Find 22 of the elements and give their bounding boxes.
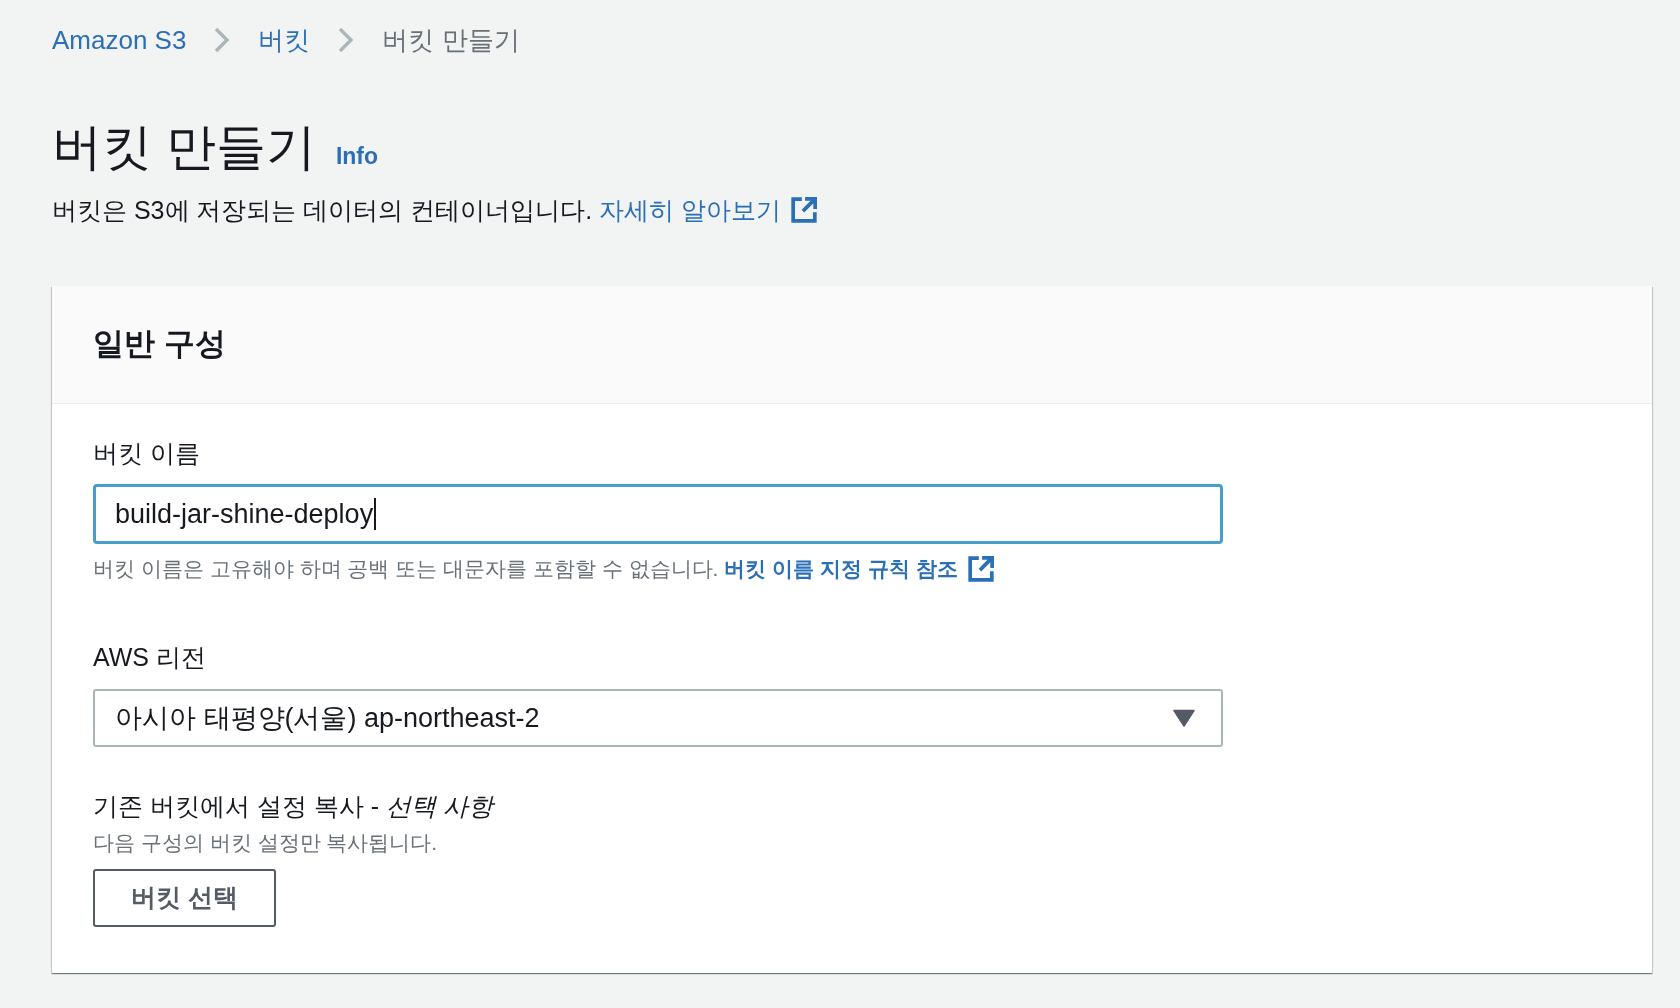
field-hint: 버킷 이름은 고유해야 하며 공백 또는 대문자를 포함할 수 없습니다. 버킷 이름 지정 규칙 참조	[93, 554, 1611, 584]
region-dropdown[interactable]: 아시아 태평양(서울) ap-northeast-2	[93, 689, 1223, 747]
field-label: 버킷 이름	[93, 438, 201, 469]
external-link-icon	[791, 197, 818, 223]
naming-rules-link[interactable]: 버킷 이름 지정 규칙 참조	[724, 554, 994, 584]
page-title: 버킷 만들기	[52, 118, 316, 177]
text-input-field[interactable]: build-jar-shine-deploy	[93, 484, 1223, 544]
breadcrumb-link[interactable]: 버킷	[258, 20, 311, 60]
chevron-right-icon	[214, 27, 231, 53]
breadcrumb-link[interactable]: Amazon S3	[52, 20, 187, 60]
choose-bucket-button[interactable]: 버킷 선택	[93, 869, 276, 927]
panel-title: 일반 구성	[93, 325, 227, 363]
field-label: AWS 리전	[93, 642, 207, 673]
page-description: 버킷은 S3에 저장되는 데이터의 컨테이너입니다. 자세히 알아보기	[52, 192, 1652, 228]
field-description: 다음 구성의 버킷 설정만 복사됩니다.	[93, 830, 439, 856]
learn-more-link[interactable]: 자세히 알아보기	[599, 192, 818, 228]
caret-down-icon	[1173, 709, 1195, 727]
chevron-right-icon	[338, 27, 355, 53]
field-label: 기존 버킷에서 설정 복사 - 선택 사항	[93, 789, 1611, 823]
info-link[interactable]: Info	[335, 139, 379, 174]
breadcrumb-current: 버킷 만들기	[382, 24, 520, 57]
external-link-icon	[967, 556, 994, 582]
